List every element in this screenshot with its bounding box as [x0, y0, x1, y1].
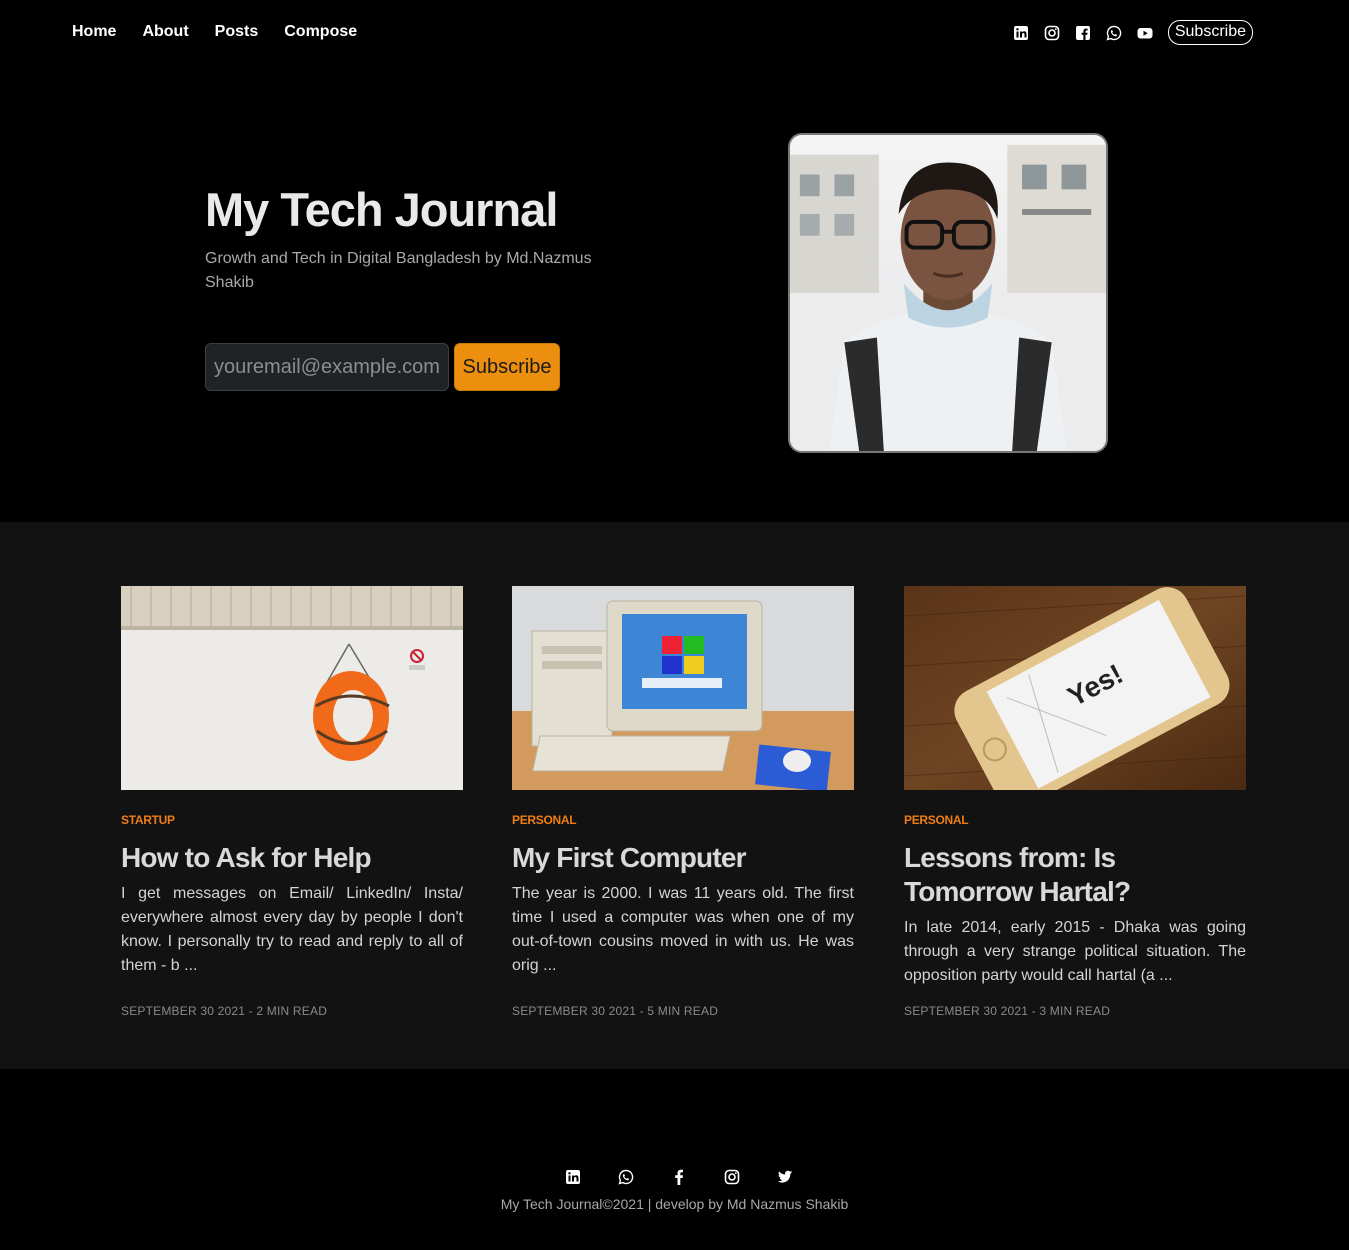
- author-portrait: [788, 133, 1108, 453]
- linkedin-icon[interactable]: [565, 1169, 581, 1185]
- post-excerpt: I get messages on Email/ LinkedIn/ Insta…: [121, 885, 463, 974]
- post-excerpt: The year is 2000. I was 11 years old. Th…: [512, 885, 854, 974]
- posts-section: STARTUP How to Ask for Help I get messag…: [0, 522, 1349, 1069]
- post-card[interactable]: STARTUP How to Ask for Help I get messag…: [121, 586, 463, 978]
- youtube-icon[interactable]: [1137, 25, 1153, 41]
- instagram-icon[interactable]: [1044, 25, 1060, 41]
- hero-subtitle: Growth and Tech in Digital Bangladesh by…: [205, 250, 592, 291]
- whatsapp-icon[interactable]: [1106, 25, 1122, 41]
- post-title[interactable]: My First Computer: [512, 841, 854, 875]
- post-meta: SEPTEMBER 30 2021 - 5 MIN READ: [512, 1004, 719, 1018]
- whatsapp-icon[interactable]: [617, 1169, 634, 1185]
- post-meta: SEPTEMBER 30 2021 - 2 MIN READ: [121, 1004, 328, 1018]
- post-title[interactable]: How to Ask for Help: [121, 841, 463, 875]
- nav-link-posts[interactable]: Posts: [215, 22, 259, 42]
- post-image-phone[interactable]: Yes!: [904, 586, 1246, 790]
- footer: My Tech Journal©2021 | develop by Md Naz…: [0, 1069, 1349, 1250]
- post-card[interactable]: Yes! PERSONAL Lessons from: Is Tomorrow …: [904, 586, 1246, 988]
- post-title[interactable]: Lessons from: Is Tomorrow Hartal?: [904, 841, 1246, 909]
- nav-social-links: Subscribe: [1013, 20, 1253, 45]
- post-card[interactable]: PERSONAL My First Computer The year is 2…: [512, 586, 854, 978]
- post-image-computer[interactable]: [512, 586, 854, 790]
- page-title: My Tech Journal: [205, 183, 558, 236]
- hero-section: My Tech Journal Growth and Tech in Digit…: [0, 66, 1349, 522]
- nav-link-about[interactable]: About: [142, 22, 188, 42]
- footer-copyright: My Tech Journal©2021 | develop by Md Naz…: [500, 1196, 849, 1212]
- facebook-icon[interactable]: [671, 1169, 687, 1185]
- nav-link-home[interactable]: Home: [72, 22, 116, 42]
- email-input[interactable]: [205, 343, 449, 391]
- post-category[interactable]: PERSONAL: [904, 812, 1246, 828]
- footer-social-links: [0, 1169, 1349, 1185]
- post-meta: SEPTEMBER 30 2021 - 3 MIN READ: [904, 1004, 1111, 1018]
- nav-subscribe-button[interactable]: Subscribe: [1167, 20, 1253, 45]
- post-excerpt: In late 2014, early 2015 - Dhaka was goi…: [904, 919, 1246, 984]
- nav-links: Home About Posts Compose: [72, 22, 357, 42]
- post-image-lifebuoy[interactable]: [121, 586, 463, 790]
- post-category[interactable]: PERSONAL: [512, 812, 854, 828]
- facebook-icon[interactable]: [1075, 25, 1091, 41]
- instagram-icon[interactable]: [724, 1169, 740, 1185]
- twitter-icon[interactable]: [777, 1169, 793, 1185]
- post-category[interactable]: STARTUP: [121, 812, 463, 828]
- nav-link-compose[interactable]: Compose: [284, 22, 357, 42]
- subscribe-button[interactable]: Subscribe: [454, 343, 560, 391]
- linkedin-icon[interactable]: [1013, 25, 1029, 41]
- top-nav: Home About Posts Compose Subscribe: [0, 0, 1349, 66]
